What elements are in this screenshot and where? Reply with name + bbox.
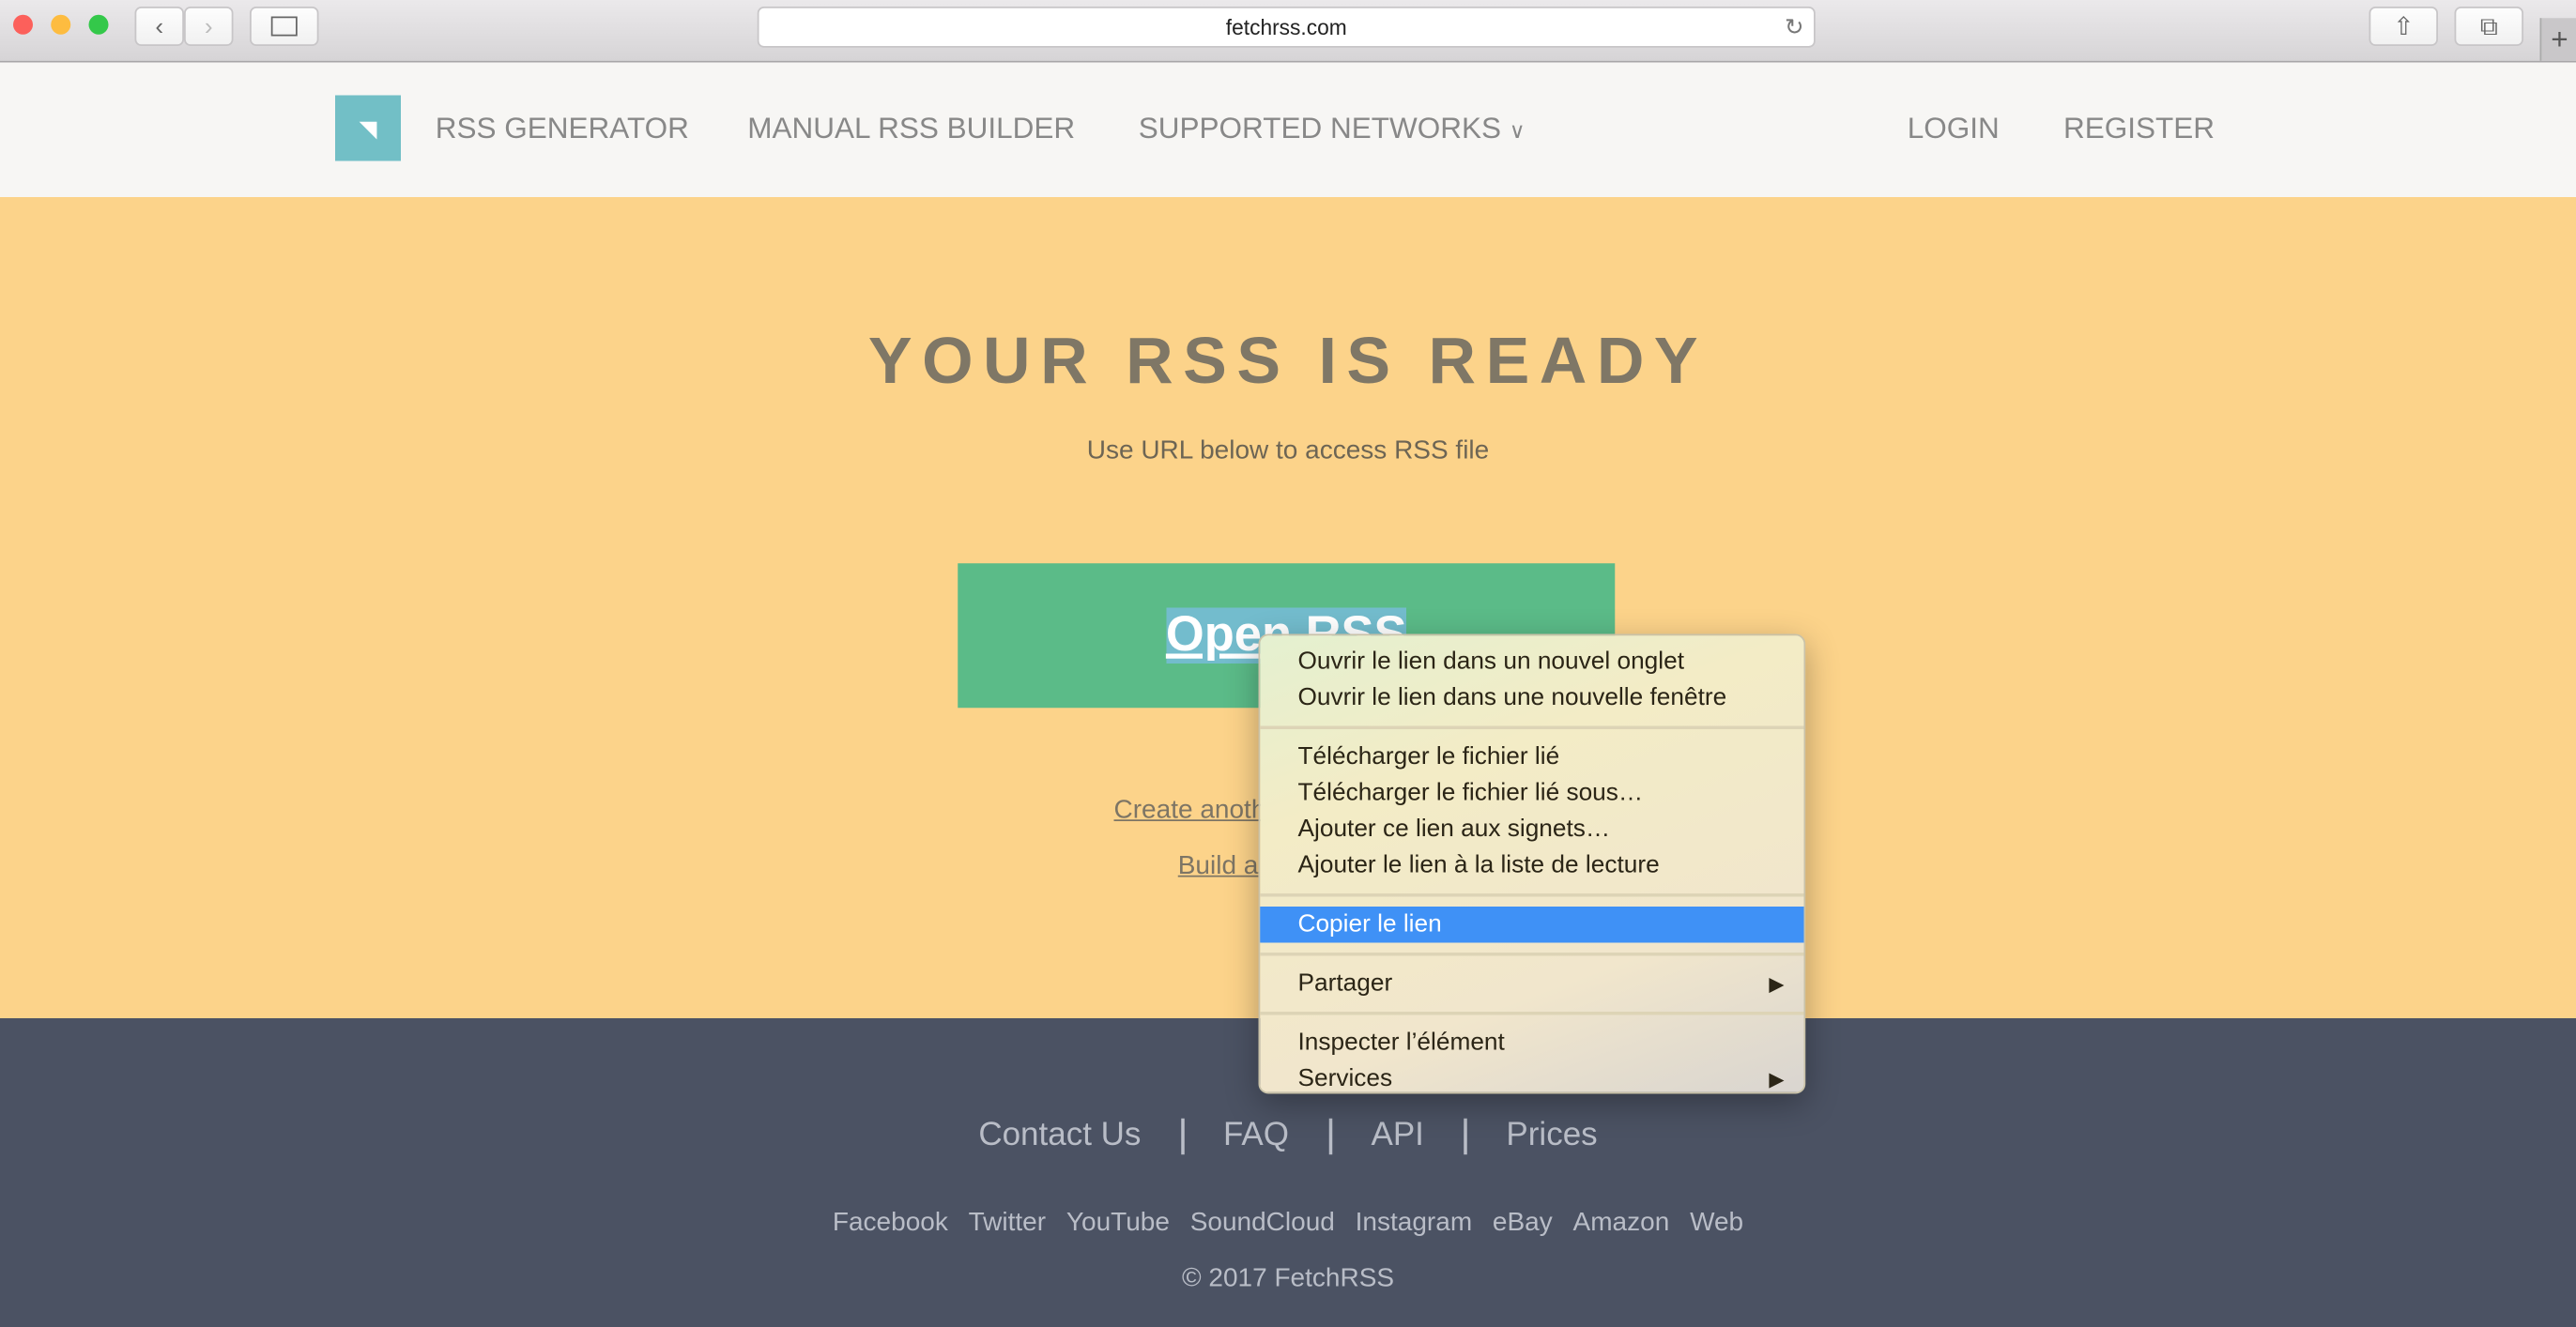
zoom-window-button[interactable] [88, 14, 109, 35]
reload-icon[interactable]: ↻ [1785, 8, 1804, 46]
footer-web-link[interactable]: Web [1690, 1209, 1743, 1237]
share-button[interactable]: ⇧ [2369, 7, 2438, 46]
forward-button[interactable]: › [184, 7, 234, 46]
url-text: fetchrss.com [1225, 14, 1347, 39]
footer-soundcloud-link[interactable]: SoundCloud [1190, 1209, 1335, 1237]
menu-separator [1260, 893, 1804, 897]
context-menu: Ouvrir le lien dans un nouvel onglet Ouv… [1258, 633, 1806, 1094]
footer-twitter-link[interactable]: Twitter [969, 1209, 1046, 1237]
chevron-left-icon: ‹ [155, 12, 164, 40]
footer-facebook-link[interactable]: Facebook [833, 1209, 948, 1237]
menu-item-open-new-tab[interactable]: Ouvrir le lien dans un nouvel onglet [1260, 644, 1803, 680]
address-bar[interactable]: fetchrss.com ↻ [757, 7, 1816, 48]
back-button[interactable]: ‹ [134, 7, 184, 46]
tabs-icon: ⧉ [2479, 12, 2498, 40]
footer-instagram-link[interactable]: Instagram [1356, 1209, 1472, 1237]
menu-item-add-bookmark[interactable]: Ajouter ce lien aux signets… [1260, 812, 1803, 848]
menu-item-open-new-window[interactable]: Ouvrir le lien dans une nouvelle fenêtre [1260, 680, 1803, 717]
nav-supported-networks[interactable]: SUPPORTED NETWORKS ∨ [1139, 112, 1526, 146]
build-link[interactable]: Build a [1178, 852, 1259, 882]
sidebar-button[interactable] [250, 7, 319, 46]
share-icon: ⇧ [2393, 13, 2415, 41]
menu-separator [1260, 1012, 1804, 1015]
nav-manual-rss-builder[interactable]: MANUAL RSS BUILDER [747, 112, 1075, 146]
divider [1463, 1118, 1467, 1154]
chevron-down-icon: ∨ [1509, 118, 1526, 144]
menu-item-download-linked-file[interactable]: Télécharger le fichier lié [1260, 740, 1803, 776]
nav-label: SUPPORTED NETWORKS [1138, 112, 1501, 145]
menu-label: Services [1297, 1064, 1393, 1092]
footer-ebay-link[interactable]: eBay [1493, 1209, 1553, 1237]
divider [1180, 1118, 1184, 1154]
footer-contact-link[interactable]: Contact Us [978, 1117, 1141, 1153]
copyright: © 2017 FetchRSS [1181, 1264, 1395, 1293]
rss-logo-icon[interactable]: ◥ [335, 95, 401, 161]
menu-item-inspect-element[interactable]: Inspecter l’élément [1260, 1025, 1803, 1061]
footer-youtube-link[interactable]: YouTube [1066, 1209, 1170, 1237]
menu-item-copy-link[interactable]: Copier le lien [1260, 907, 1804, 943]
minimize-window-button[interactable] [51, 14, 71, 35]
new-tab-button[interactable]: + [2539, 18, 2576, 61]
footer-api-link[interactable]: API [1371, 1117, 1423, 1153]
footer-amazon-link[interactable]: Amazon [1573, 1209, 1670, 1237]
submenu-arrow-icon: ▶ [1769, 972, 1785, 996]
browser-toolbar: ‹ › fetchrss.com ↻ ⇧ ⧉ + [0, 0, 2576, 63]
divider [1327, 1118, 1332, 1154]
nav-rss-generator[interactable]: RSS GENERATOR [436, 112, 689, 146]
menu-item-download-linked-file-as[interactable]: Télécharger le fichier lié sous… [1260, 775, 1803, 812]
close-window-button[interactable] [13, 14, 33, 35]
register-link[interactable]: REGISTER [2063, 112, 2215, 146]
tabs-button[interactable]: ⧉ [2454, 7, 2523, 46]
site-nav: ◥ RSS GENERATOR MANUAL RSS BUILDER SUPPO… [0, 62, 2576, 197]
menu-separator [1260, 953, 1804, 956]
submenu-arrow-icon: ▶ [1769, 1067, 1785, 1091]
menu-item-add-reading-list[interactable]: Ajouter le lien à la liste de lecture [1260, 847, 1803, 884]
login-link[interactable]: LOGIN [1908, 112, 2000, 146]
menu-item-share[interactable]: Partager ▶ [1260, 966, 1803, 1002]
menu-separator [1260, 725, 1804, 729]
create-another-link[interactable]: Create anoth [1114, 797, 1266, 827]
footer-prices-link[interactable]: Prices [1506, 1117, 1597, 1153]
menu-item-services[interactable]: Services ▶ [1260, 1061, 1803, 1098]
sidebar-icon [270, 16, 298, 37]
menu-label: Partager [1297, 969, 1393, 998]
chevron-right-icon: › [204, 12, 213, 40]
footer-faq-link[interactable]: FAQ [1223, 1117, 1289, 1153]
page-title: YOUR RSS IS READY [867, 325, 1709, 398]
page-subtitle: Use URL below to access RSS file [1086, 436, 1490, 465]
